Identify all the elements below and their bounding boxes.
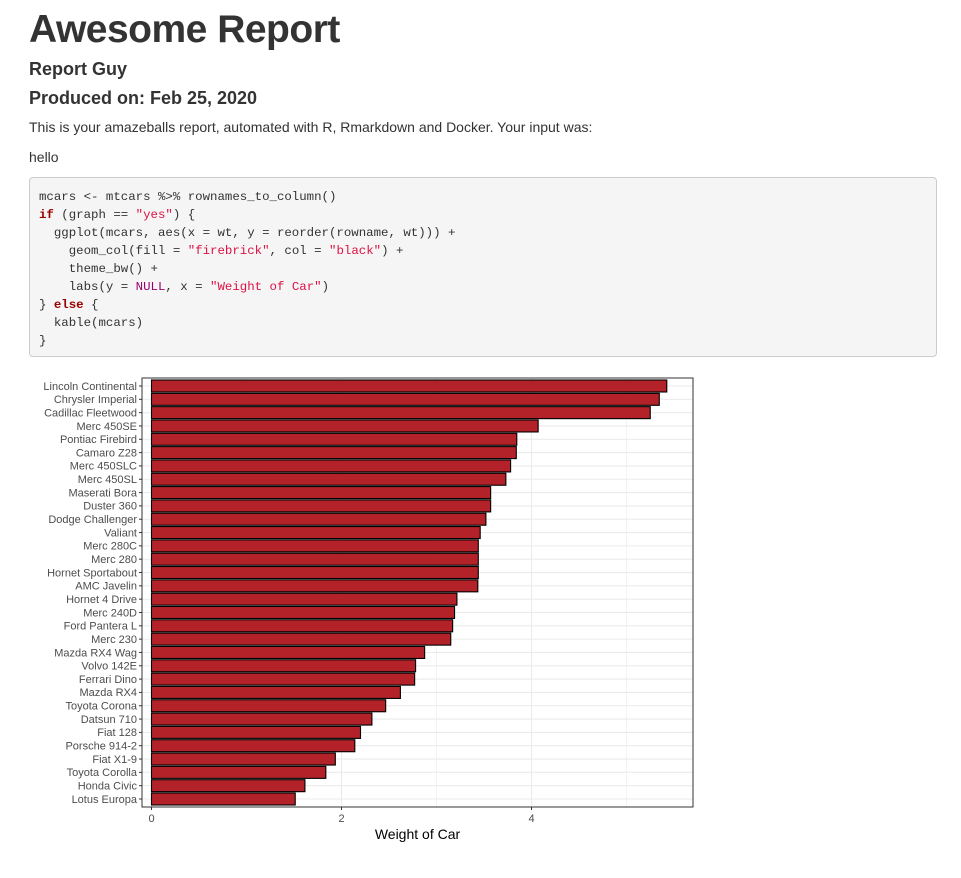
bar-30 (150, 779, 306, 793)
y-tick-label: Merc 450SE (76, 421, 137, 433)
y-tick-label: Merc 240D (83, 607, 137, 619)
bar-24 (150, 699, 387, 713)
y-tick-label: Merc 280C (83, 541, 137, 553)
y-tick-label: Valiant (104, 527, 137, 539)
y-tick-label: Toyota Corolla (67, 767, 138, 779)
y-tick-label: Camaro Z28 (76, 447, 137, 459)
bar-10 (150, 512, 487, 526)
bar-20 (150, 645, 426, 659)
bar-12 (150, 539, 479, 553)
bar-23 (150, 685, 401, 699)
y-tick-label: Merc 280 (91, 554, 137, 566)
y-tick-label: Toyota Corona (65, 701, 137, 713)
x-tick-label: 2 (338, 813, 344, 825)
bar-1 (150, 392, 660, 406)
bar-5 (150, 446, 517, 460)
bar-31 (150, 792, 296, 806)
bar-22 (150, 672, 416, 686)
bar-8 (150, 486, 492, 500)
y-tick-label: AMC Javelin (75, 581, 137, 593)
bar-11 (150, 526, 481, 540)
bar-27 (150, 739, 356, 753)
y-tick-label: Merc 230 (91, 634, 137, 646)
y-tick-label: Dodge Challenger (48, 514, 137, 526)
bar-9 (150, 499, 492, 513)
bar-16 (150, 592, 458, 606)
y-tick-label: Hornet Sportabout (47, 567, 137, 579)
weight-bar-chart: Lincoln ContinentalChrysler ImperialCadi… (43, 377, 694, 842)
bar-29 (150, 765, 327, 779)
y-tick-label: Porsche 914-2 (65, 741, 137, 753)
bar-14 (150, 565, 479, 580)
y-tick-label: Fiat X1-9 (92, 754, 137, 766)
y-tick-label: Merc 450SL (78, 474, 137, 486)
y-tick-label: Chrysler Imperial (54, 394, 137, 406)
bar-6 (150, 459, 512, 473)
bar-13 (150, 552, 479, 566)
y-tick-label: Volvo 142E (81, 661, 137, 673)
y-tick-label: Duster 360 (83, 501, 137, 513)
y-tick-label: Lotus Europa (72, 794, 138, 806)
y-tick-label: Maserati Bora (69, 487, 138, 499)
y-tick-label: Mazda RX4 Wag (54, 647, 137, 659)
bar-17 (150, 605, 456, 620)
bar-4 (150, 432, 518, 446)
bar-18 (150, 619, 454, 633)
y-tick-label: Pontiac Firebird (60, 434, 137, 446)
y-tick-label: Datsun 710 (81, 714, 137, 726)
bar-7 (150, 472, 507, 486)
x-tick-label: 0 (148, 813, 154, 825)
bar-2 (150, 406, 651, 420)
y-tick-label: Mazda RX4 (80, 687, 137, 699)
bar-15 (150, 579, 479, 593)
y-tick-label: Cadillac Fleetwood (44, 407, 137, 419)
y-tick-label: Hornet 4 Drive (66, 594, 137, 606)
x-axis-title: Weight of Car (375, 826, 461, 842)
bar-3 (150, 419, 539, 433)
bar-19 (150, 632, 452, 646)
bar-28 (150, 752, 336, 766)
y-tick-label: Fiat 128 (97, 727, 137, 739)
y-tick-label: Ford Pantera L (64, 621, 137, 633)
y-tick-label: Merc 450SLC (70, 461, 137, 473)
bar-25 (150, 712, 373, 726)
y-tick-label: Honda Civic (78, 780, 138, 792)
y-tick-label: Ferrari Dino (79, 674, 137, 686)
y-tick-label: Lincoln Continental (43, 381, 137, 393)
bar-0 (150, 379, 668, 393)
x-tick-label: 4 (528, 813, 534, 825)
bar-21 (150, 659, 417, 673)
bar-26 (150, 725, 362, 739)
